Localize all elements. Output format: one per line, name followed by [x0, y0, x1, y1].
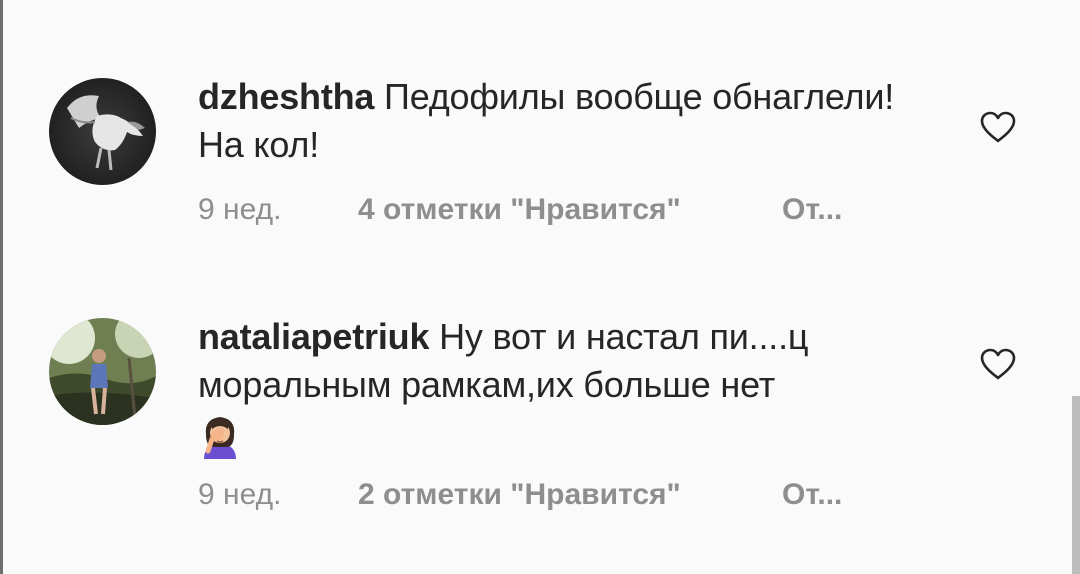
- comment-meta: 9 нед. 4 отметки "Нравится" От...: [198, 193, 842, 227]
- reply-button[interactable]: От...: [782, 478, 842, 512]
- heart-outline-icon[interactable]: [979, 110, 1017, 144]
- comment-likes[interactable]: 4 отметки "Нравится": [358, 193, 782, 227]
- reply-button[interactable]: От...: [782, 193, 842, 227]
- comment-time[interactable]: 9 нед.: [198, 478, 358, 512]
- avatar[interactable]: [49, 318, 156, 425]
- comment-meta: 9 нед. 2 отметки "Нравится" От...: [198, 478, 842, 512]
- avatar[interactable]: [49, 78, 156, 185]
- scrollbar-thumb[interactable]: [1072, 396, 1080, 574]
- comment-time[interactable]: 9 нед.: [198, 193, 358, 227]
- comment-username[interactable]: nataliapetriuk: [198, 316, 429, 357]
- window-edge: [0, 0, 3, 574]
- heart-outline-icon[interactable]: [979, 347, 1017, 381]
- comment-text: nataliapetriuk Ну вот и настал пи....ц м…: [198, 313, 918, 471]
- comment-text: dzheshtha Педофилы вообще обнаглели! На …: [198, 73, 918, 169]
- comment-likes[interactable]: 2 отметки "Нравится": [358, 478, 782, 512]
- woman-facepalming-icon: [198, 413, 242, 471]
- comment-username[interactable]: dzheshtha: [198, 76, 374, 117]
